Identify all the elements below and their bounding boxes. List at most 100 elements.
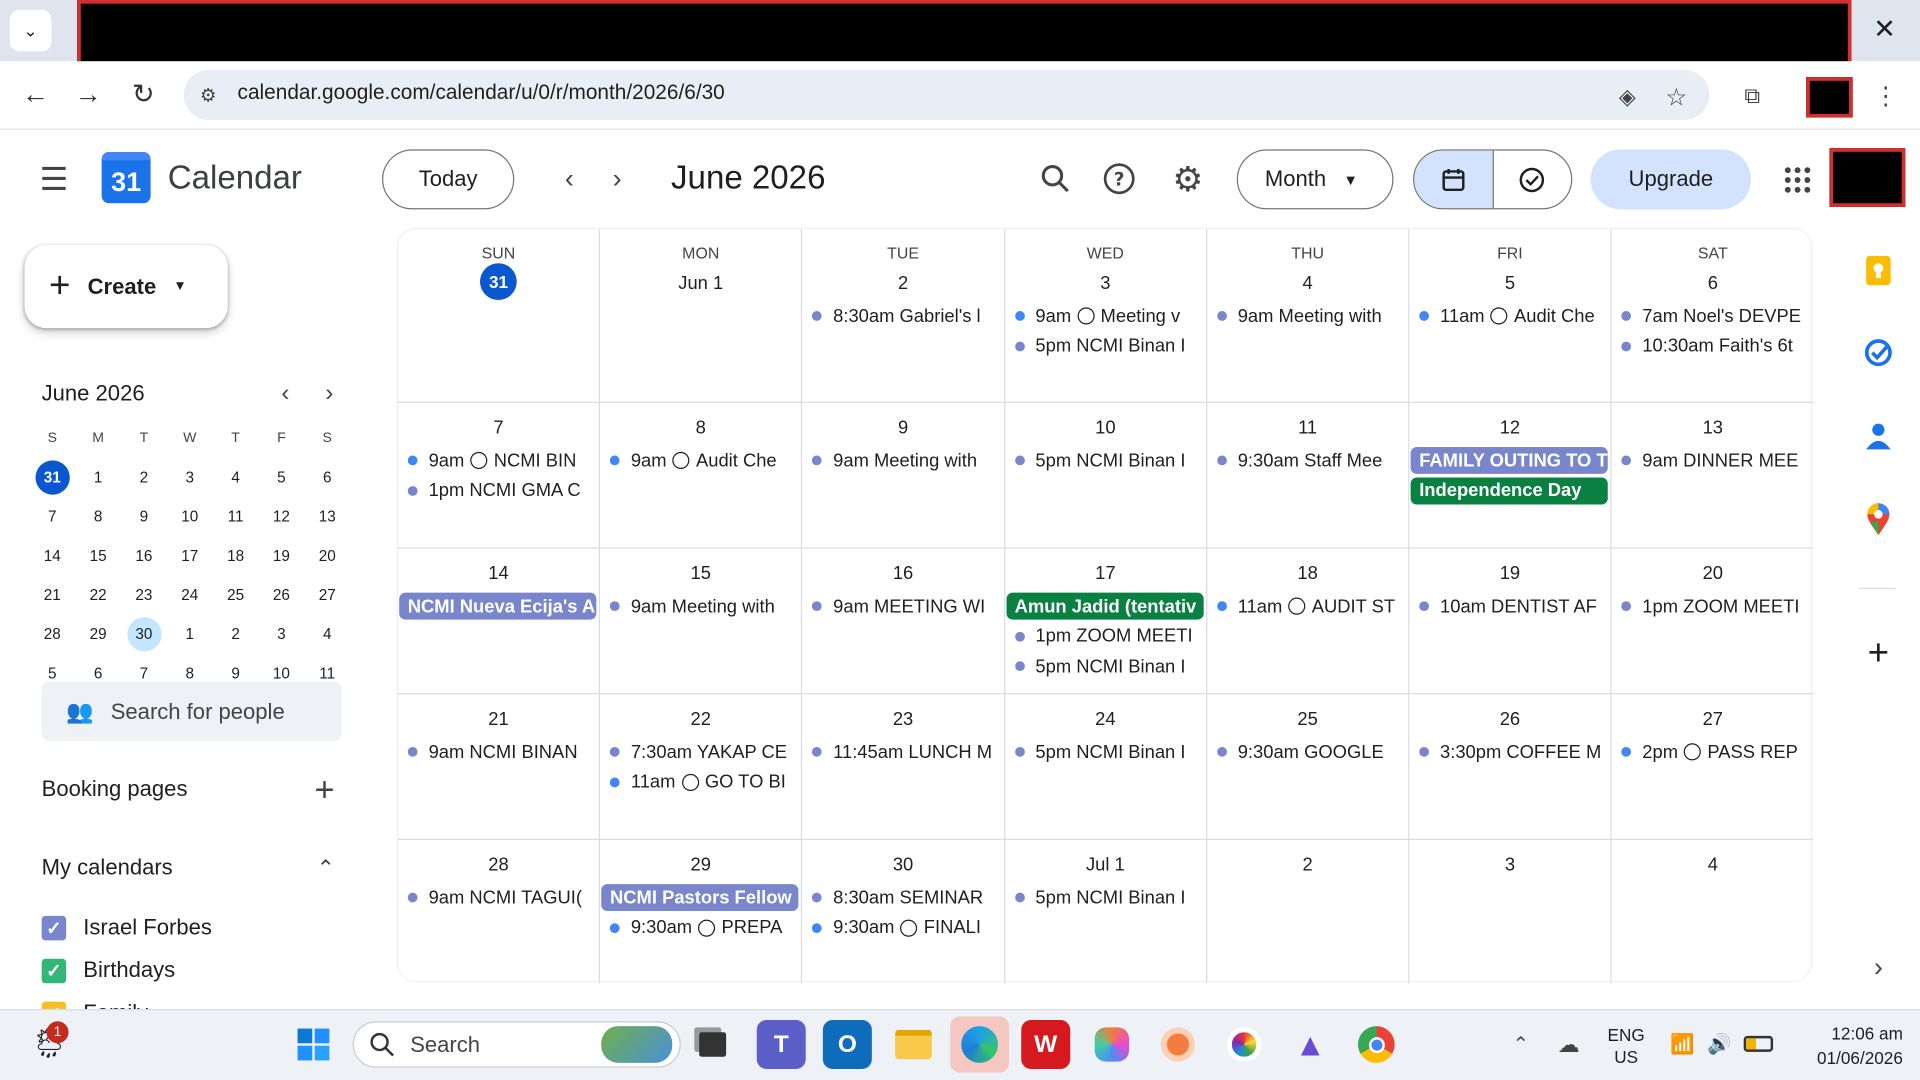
install-app-icon[interactable]: ◈ bbox=[1611, 81, 1643, 113]
event-item[interactable]: 5pm NCMI Binan I bbox=[1014, 738, 1199, 765]
event-item[interactable]: 5pm NCMI Binan I bbox=[1014, 884, 1199, 911]
taskbar-search-box[interactable]: Search bbox=[352, 1021, 681, 1068]
mini-day[interactable]: 6 bbox=[304, 460, 350, 494]
day-number[interactable]: 17 bbox=[1005, 563, 1206, 584]
task-view-icon[interactable] bbox=[688, 1020, 737, 1069]
calendar-item[interactable]: ✓ Israel Forbes bbox=[41, 906, 336, 949]
event-item[interactable]: 10:30am Faith's 6t bbox=[1621, 332, 1806, 359]
calendar-view-icon[interactable] bbox=[1414, 150, 1494, 209]
tab-search-chevron-icon[interactable]: ⌄ bbox=[9, 9, 52, 52]
collapse-chevron-up-icon[interactable]: ⌃ bbox=[311, 853, 340, 882]
wifi-icon[interactable]: 📶 bbox=[1668, 1031, 1697, 1058]
mini-day[interactable]: 1 bbox=[75, 460, 121, 494]
mini-day[interactable]: 9 bbox=[121, 500, 167, 534]
color-wheel-app-icon[interactable] bbox=[1220, 1020, 1269, 1069]
event-item[interactable]: 9:30am PREPA bbox=[610, 914, 794, 941]
settings-gear-icon[interactable]: ⚙ bbox=[1168, 159, 1207, 198]
event-item[interactable]: 10am DENTIST AF bbox=[1419, 593, 1603, 620]
day-number[interactable]: 21 bbox=[398, 709, 599, 730]
mini-day[interactable]: 13 bbox=[304, 500, 350, 534]
day-cell[interactable]: 4 bbox=[1612, 840, 1814, 983]
show-hidden-icons-chevron-icon[interactable]: ⌃ bbox=[1506, 1031, 1535, 1058]
mini-day[interactable]: 5 bbox=[259, 460, 305, 494]
mini-day[interactable]: 19 bbox=[259, 539, 305, 573]
copilot-icon[interactable] bbox=[1087, 1020, 1136, 1069]
event-item[interactable]: 5pm NCMI Binan I bbox=[1014, 332, 1199, 359]
battery-icon[interactable] bbox=[1743, 1035, 1774, 1052]
mini-day[interactable]: 4 bbox=[213, 460, 259, 494]
wps-office-icon[interactable]: W bbox=[1021, 1020, 1071, 1069]
day-cell[interactable]: 26 3:30pm COFFEE M bbox=[1409, 694, 1612, 841]
language-indicator[interactable]: ENG US bbox=[1597, 1024, 1656, 1068]
mini-day[interactable]: 25 bbox=[213, 578, 259, 612]
day-cell[interactable]: 30 8:30am SEMINAR 9:30am FINALI bbox=[803, 840, 1005, 984]
checkbox-icon[interactable]: ✓ bbox=[41, 915, 67, 940]
event-item[interactable]: 5pm NCMI Binan I bbox=[1014, 447, 1199, 474]
day-number[interactable]: 20 bbox=[1612, 563, 1814, 584]
event-chip[interactable]: Amun Jadid (tentativ bbox=[1006, 592, 1204, 620]
day-number[interactable]: 19 bbox=[1409, 563, 1610, 584]
event-item[interactable]: 9:30am Staff Mee bbox=[1216, 447, 1401, 474]
reload-icon[interactable]: ↻ bbox=[122, 73, 164, 115]
event-item[interactable]: 9am MEETING WI bbox=[812, 593, 996, 620]
day-number[interactable]: 11 bbox=[1207, 418, 1408, 439]
day-cell[interactable]: Jul 1 5pm NCMI Binan I bbox=[1005, 840, 1208, 984]
event-item[interactable]: 11am AUDIT ST bbox=[1216, 593, 1401, 620]
day-cell[interactable]: 27 2pm PASS REP bbox=[1611, 694, 1814, 841]
day-cell[interactable]: 10 5pm NCMI Binan I bbox=[1004, 402, 1208, 549]
day-cell[interactable]: MON Jun 1 bbox=[600, 228, 803, 403]
browser-menu-icon[interactable]: ⋮ bbox=[1871, 78, 1900, 112]
previous-month-chevron-icon[interactable]: ‹ bbox=[553, 163, 585, 195]
day-number[interactable]: 31 bbox=[480, 263, 517, 301]
day-number[interactable]: 23 bbox=[803, 709, 1004, 730]
day-number[interactable]: Jul 1 bbox=[1005, 855, 1206, 876]
day-number[interactable]: 9 bbox=[803, 418, 1004, 439]
day-cell[interactable]: 23 11:45am LUNCH M bbox=[802, 694, 1005, 841]
edge-icon[interactable] bbox=[950, 1016, 1009, 1073]
mini-day[interactable]: 14 bbox=[29, 539, 75, 573]
event-item[interactable]: 2pm PASS REP bbox=[1621, 738, 1806, 765]
mini-day[interactable]: 30 bbox=[121, 617, 167, 652]
day-number[interactable]: 29 bbox=[600, 855, 801, 876]
day-number[interactable]: 4 bbox=[1612, 855, 1814, 876]
checkbox-icon[interactable]: ✓ bbox=[41, 958, 67, 983]
day-cell[interactable]: THU 4 9am Meeting with bbox=[1207, 228, 1410, 403]
upgrade-button[interactable]: Upgrade bbox=[1590, 149, 1752, 210]
file-explorer-icon[interactable] bbox=[889, 1020, 938, 1069]
add-addon-plus-icon[interactable]: + bbox=[1859, 633, 1898, 673]
event-chip[interactable]: FAMILY OUTING TO T bbox=[1410, 446, 1608, 474]
event-item[interactable]: 9am NCMI BIN bbox=[407, 447, 592, 474]
day-number[interactable]: 6 bbox=[1612, 273, 1814, 294]
day-cell[interactable]: WED 3 9am Meeting v 5pm NCMI Binan I bbox=[1004, 228, 1208, 403]
event-chip[interactable]: Independence Day bbox=[1410, 476, 1608, 504]
day-number[interactable]: 30 bbox=[803, 855, 1004, 876]
mini-day[interactable]: 29 bbox=[75, 617, 121, 651]
orange-app-icon[interactable] bbox=[1153, 1020, 1202, 1069]
network-cloud-icon[interactable]: ☁ bbox=[1553, 1029, 1585, 1061]
forward-arrow-icon[interactable]: → bbox=[67, 73, 109, 115]
help-icon[interactable]: ? bbox=[1100, 159, 1139, 198]
mini-day[interactable]: 7 bbox=[29, 500, 75, 534]
outlook-icon[interactable]: O bbox=[822, 1020, 872, 1069]
day-cell[interactable]: 18 11am AUDIT ST bbox=[1207, 548, 1410, 695]
next-month-chevron-icon[interactable]: › bbox=[601, 163, 633, 195]
tasks-icon[interactable] bbox=[1859, 333, 1898, 372]
day-number[interactable]: 14 bbox=[398, 563, 599, 584]
event-item[interactable]: 5pm NCMI Binan I bbox=[1014, 653, 1199, 680]
today-button[interactable]: Today bbox=[382, 149, 515, 210]
event-item[interactable]: 9am Meeting with bbox=[1216, 302, 1401, 329]
event-item[interactable]: 1pm NCMI GMA C bbox=[407, 477, 592, 504]
mini-prev-chevron-icon[interactable]: ‹ bbox=[272, 379, 299, 407]
day-cell[interactable]: 20 1pm ZOOM MEETI bbox=[1611, 549, 1814, 695]
my-calendars-heading[interactable]: My calendars bbox=[42, 855, 173, 881]
day-cell[interactable]: 25 9:30am GOOGLE bbox=[1207, 694, 1410, 841]
day-number[interactable]: 3 bbox=[1005, 273, 1206, 294]
contacts-icon[interactable] bbox=[1859, 416, 1898, 455]
mini-day[interactable]: 16 bbox=[121, 539, 167, 573]
mini-day[interactable]: 26 bbox=[259, 578, 305, 612]
mini-day[interactable]: 8 bbox=[75, 500, 121, 534]
day-number[interactable]: 4 bbox=[1207, 273, 1408, 294]
day-cell[interactable]: TUE 2 8:30am Gabriel's l bbox=[802, 228, 1005, 403]
day-cell[interactable]: 21 9am NCMI BINAN bbox=[397, 694, 601, 841]
affinity-app-icon[interactable]: ▲ bbox=[1286, 1020, 1335, 1069]
